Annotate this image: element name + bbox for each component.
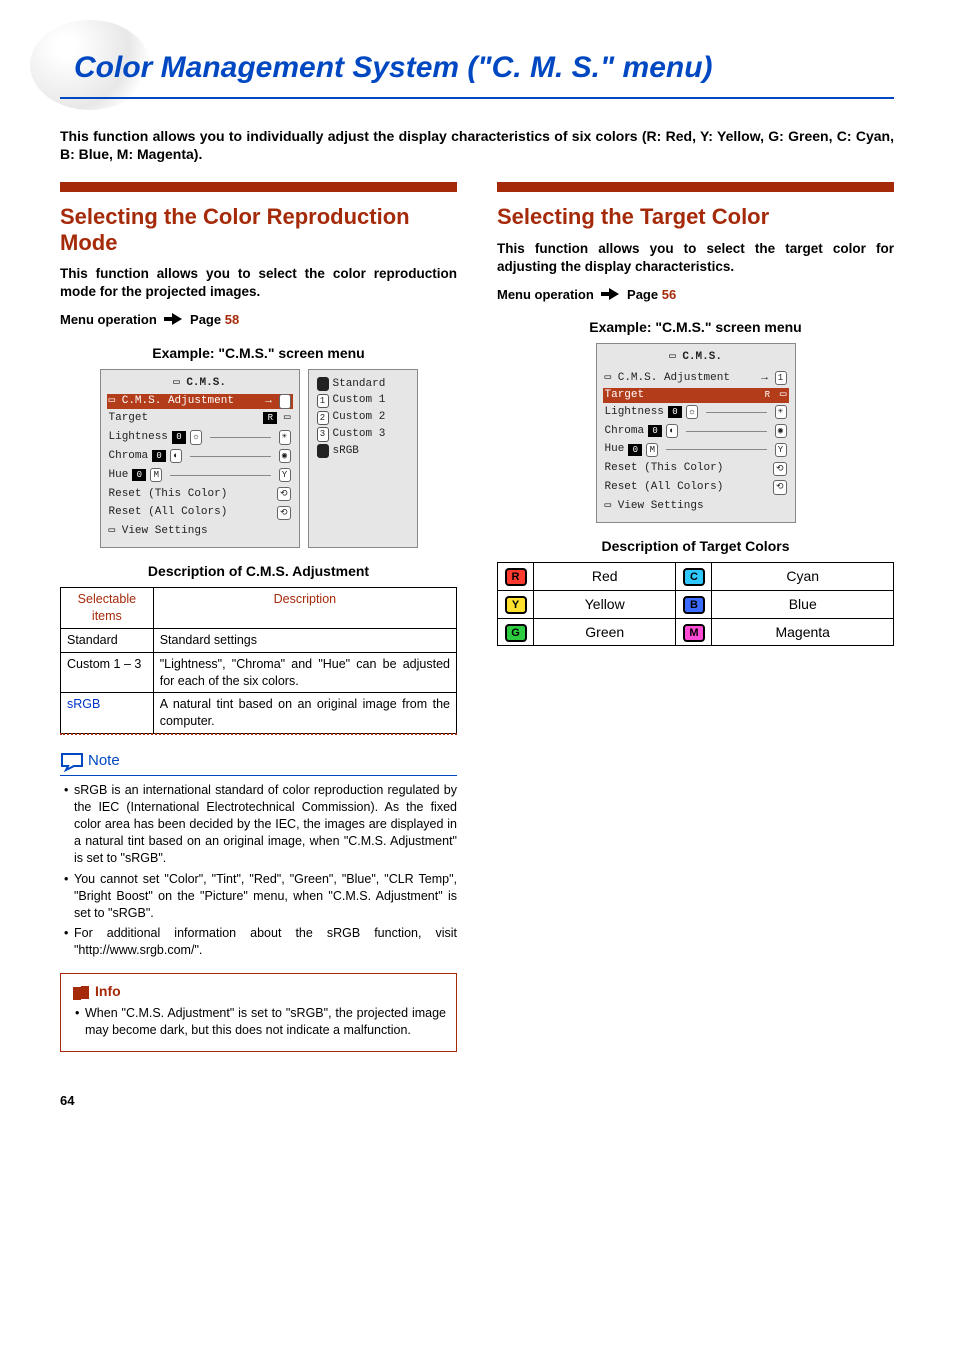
menu-operation-line: Menu operation Page 58 bbox=[60, 311, 457, 329]
osd-options-menu: Standard 1Custom 1 2Custom 2 3Custom 3 s… bbox=[308, 369, 418, 549]
color-label-yellow: Yellow bbox=[534, 590, 676, 618]
menu-op-page-label: Page bbox=[190, 312, 221, 327]
page-title-block: Color Management System ("C. M. S." menu… bbox=[60, 30, 894, 99]
info-list: When "C.M.S. Adjustment" is set to "sRGB… bbox=[71, 1005, 446, 1039]
osd-example-row: ▭ C.M.S. ▭ C.M.S. Adjustment → 1 Target … bbox=[60, 369, 457, 549]
arrow-right-icon bbox=[601, 287, 619, 305]
table-row: G Green M Magenta bbox=[498, 618, 894, 646]
info-heading: Info bbox=[71, 982, 446, 1001]
note-item: For additional information about the sRG… bbox=[64, 925, 457, 959]
right-column: Selecting the Target Color This function… bbox=[497, 182, 894, 1052]
adj-table-h2: Description bbox=[153, 588, 456, 629]
menu-op-label: Menu operation bbox=[60, 312, 157, 327]
osd-chroma-row: Chroma 0 ◐ ◉ bbox=[605, 422, 787, 441]
osd-lightness-row: Lightness 0 ☼ ☀ bbox=[109, 428, 291, 447]
menu-op-label: Menu operation bbox=[497, 287, 594, 302]
osd-main-menu: ▭ C.M.S. ▭ C.M.S. Adjustment → 1 Target … bbox=[100, 369, 300, 549]
title-underline bbox=[60, 97, 894, 99]
osd-target-row: Target R ▭ bbox=[603, 388, 789, 403]
note-item: sRGB is an international standard of col… bbox=[64, 782, 457, 866]
info-label: Info bbox=[95, 982, 121, 1001]
adj-table-r2c1: Custom 1 – 3 bbox=[61, 652, 154, 693]
menu-op-page-label: Page bbox=[627, 287, 658, 302]
osd-reset-all-row: Reset (All Colors)⟲ bbox=[109, 503, 291, 522]
arrow-right-icon bbox=[164, 312, 182, 330]
osd-lightness-row: Lightness 0 ☼ ☀ bbox=[605, 403, 787, 422]
osd-hue-row: Hue 0 M Y bbox=[109, 466, 291, 485]
dotted-separator bbox=[60, 733, 457, 735]
left-column: Selecting the Color Reproduction Mode Th… bbox=[60, 182, 457, 1052]
adj-table-r1c1: Standard bbox=[61, 628, 154, 652]
info-icon bbox=[71, 985, 89, 999]
osd-option-custom2: 2Custom 2 bbox=[317, 409, 409, 426]
note-underline bbox=[60, 775, 457, 776]
color-chip-b: B bbox=[683, 596, 705, 614]
table-row: Y Yellow B Blue bbox=[498, 590, 894, 618]
osd-reset-this-row: Reset (This Color)⟲ bbox=[109, 485, 291, 504]
two-column-layout: Selecting the Color Reproduction Mode Th… bbox=[60, 182, 894, 1052]
right-desc: This function allows you to select the t… bbox=[497, 240, 894, 276]
osd-adjustment-row: ▭ C.M.S. Adjustment → 1 bbox=[605, 369, 787, 388]
target-table-title: Description of Target Colors bbox=[497, 537, 894, 556]
menu-op-page-ref[interactable]: 56 bbox=[662, 287, 676, 302]
menu-op-page-ref[interactable]: 58 bbox=[225, 312, 239, 327]
color-chip-m: M bbox=[683, 624, 705, 642]
osd-view-settings-row: ▭ View Settings bbox=[109, 522, 291, 541]
adj-table-h1: Selectable items bbox=[61, 588, 154, 629]
osd-option-srgb: sRGB bbox=[317, 443, 409, 460]
osd-example-row: ▭ C.M.S. ▭ C.M.S. Adjustment → 1 Target … bbox=[497, 343, 894, 523]
osd-option-custom1: 1Custom 1 bbox=[317, 392, 409, 409]
adjustment-table: Selectable items Description Standard St… bbox=[60, 587, 457, 734]
osd-option-custom3: 3Custom 3 bbox=[317, 426, 409, 443]
color-chip-r: R bbox=[505, 568, 527, 586]
osd-title: ▭ C.M.S. bbox=[605, 350, 787, 365]
osd-reset-this-row: Reset (This Color)⟲ bbox=[605, 459, 787, 478]
osd-chroma-row: Chroma 0 ◐ ◉ bbox=[109, 447, 291, 466]
left-desc: This function allows you to select the c… bbox=[60, 265, 457, 301]
color-chip-c: C bbox=[683, 568, 705, 586]
table-row: R Red C Cyan bbox=[498, 562, 894, 590]
osd-title: ▭ C.M.S. bbox=[109, 376, 291, 391]
note-block: Note sRGB is an international standard o… bbox=[60, 751, 457, 959]
osd-adjustment-row: ▭ C.M.S. Adjustment → 1 bbox=[107, 394, 293, 409]
note-heading: Note bbox=[60, 751, 457, 771]
info-item: When "C.M.S. Adjustment" is set to "sRGB… bbox=[75, 1005, 446, 1039]
adj-table-r3c1: sRGB bbox=[61, 693, 154, 734]
color-label-cyan: Cyan bbox=[712, 562, 894, 590]
adj-table-r1c2: Standard settings bbox=[153, 628, 456, 652]
adj-table-r3c2: A natural tint based on an original imag… bbox=[153, 693, 456, 734]
srgb-link[interactable]: sRGB bbox=[67, 697, 100, 711]
info-box: Info When "C.M.S. Adjustment" is set to … bbox=[60, 973, 457, 1052]
color-label-green: Green bbox=[534, 618, 676, 646]
osd-main-menu: ▭ C.M.S. ▭ C.M.S. Adjustment → 1 Target … bbox=[596, 343, 796, 523]
osd-option-standard: Standard bbox=[317, 376, 409, 393]
color-label-red: Red bbox=[534, 562, 676, 590]
right-heading: Selecting the Target Color bbox=[497, 204, 894, 229]
section-bar bbox=[60, 182, 457, 192]
page-title: Color Management System ("C. M. S." menu… bbox=[60, 30, 894, 95]
color-label-blue: Blue bbox=[712, 590, 894, 618]
example-label: Example: "C.M.S." screen menu bbox=[497, 318, 894, 337]
menu-operation-line: Menu operation Page 56 bbox=[497, 286, 894, 304]
note-item: You cannot set "Color", "Tint", "Red", "… bbox=[64, 871, 457, 922]
osd-target-row: Target R ▭ bbox=[109, 409, 291, 428]
osd-reset-all-row: Reset (All Colors)⟲ bbox=[605, 478, 787, 497]
page-number: 64 bbox=[60, 1092, 894, 1110]
adj-table-title: Description of C.M.S. Adjustment bbox=[60, 562, 457, 581]
adj-table-r2c2: "Lightness", "Chroma" and "Hue" can be a… bbox=[153, 652, 456, 693]
section-bar bbox=[497, 182, 894, 192]
intro-text: This function allows you to individually… bbox=[60, 127, 894, 165]
note-label: Note bbox=[88, 751, 120, 771]
note-list: sRGB is an international standard of col… bbox=[60, 782, 457, 959]
color-chip-g: G bbox=[505, 624, 527, 642]
left-heading: Selecting the Color Reproduction Mode bbox=[60, 204, 457, 255]
target-color-table: R Red C Cyan Y Yellow B Blue G Green M M… bbox=[497, 562, 894, 647]
color-chip-y: Y bbox=[505, 596, 527, 614]
color-label-magenta: Magenta bbox=[712, 618, 894, 646]
osd-view-settings-row: ▭ View Settings bbox=[605, 497, 787, 516]
osd-hue-row: Hue 0 M Y bbox=[605, 440, 787, 459]
note-icon bbox=[60, 752, 82, 770]
example-label: Example: "C.M.S." screen menu bbox=[60, 344, 457, 363]
